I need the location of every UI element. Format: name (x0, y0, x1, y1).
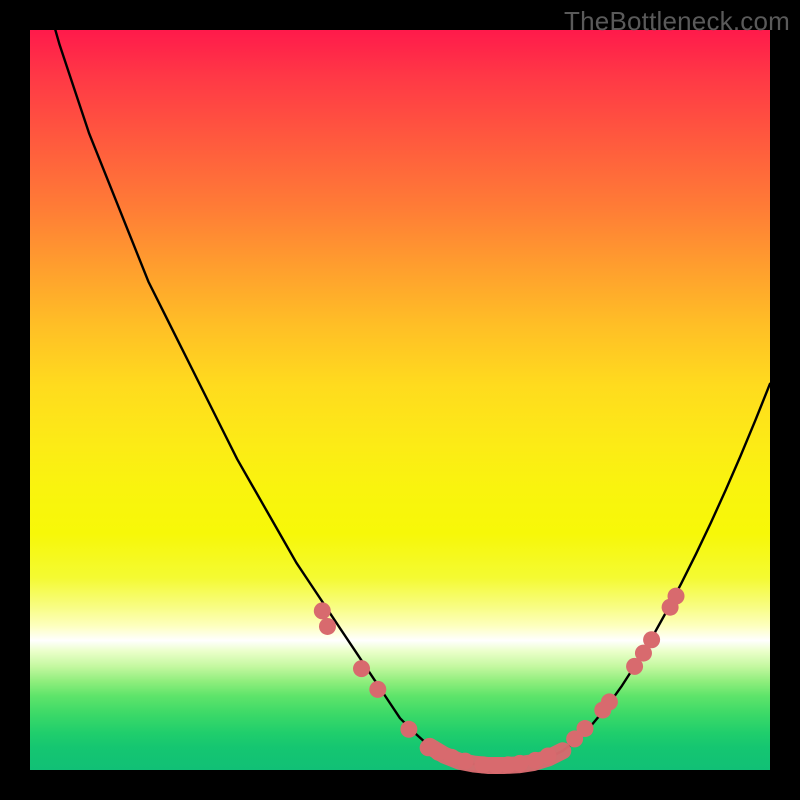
marker-dot (668, 588, 685, 605)
marker-dot (511, 755, 528, 772)
plot-overlay (30, 30, 770, 770)
markers-group (314, 588, 685, 774)
marker-dot (601, 693, 618, 710)
marker-dot (314, 602, 331, 619)
marker-dot (540, 747, 557, 764)
marker-dot (577, 720, 594, 737)
marker-dot (369, 681, 386, 698)
marker-dot (457, 753, 474, 770)
marker-dot (643, 631, 660, 648)
marker-dot (400, 721, 417, 738)
bottleneck-curve (30, 0, 770, 766)
chart-stage: TheBottleneck.com (0, 0, 800, 800)
marker-dot (319, 618, 336, 635)
marker-dot (353, 660, 370, 677)
